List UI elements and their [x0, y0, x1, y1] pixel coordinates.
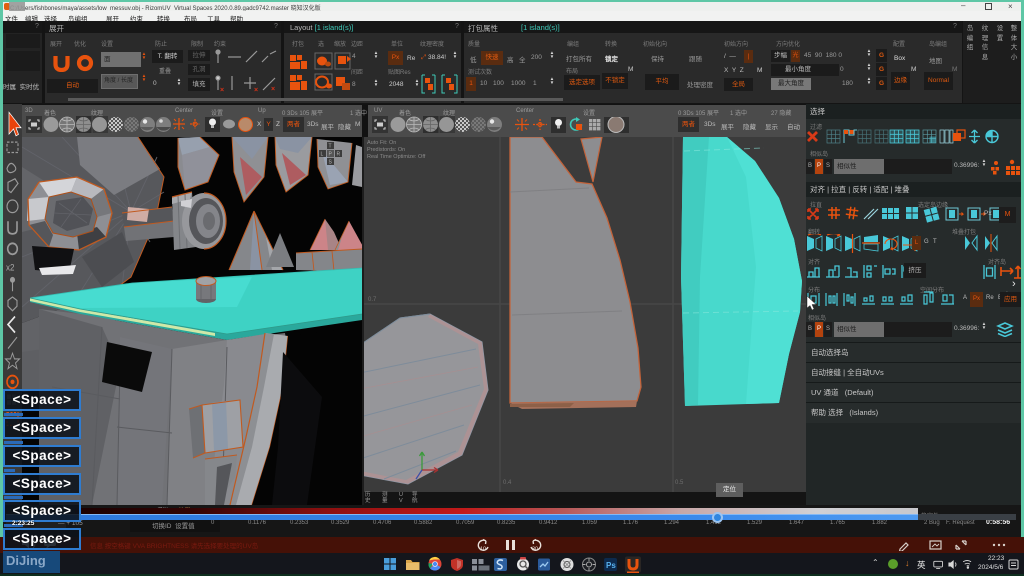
svg-text:×: × [271, 86, 275, 93]
svg-text:30: 30 [532, 547, 538, 553]
svg-text:x2: x2 [6, 262, 15, 273]
svg-text:10: 10 [480, 547, 486, 553]
svg-text:L: L [321, 152, 324, 158]
svg-text:R: R [337, 152, 341, 158]
svg-text:×: × [220, 87, 224, 94]
svg-text:T: T [329, 144, 332, 150]
svg-text:Ps: Ps [606, 561, 616, 570]
svg-text:×: × [254, 87, 258, 94]
